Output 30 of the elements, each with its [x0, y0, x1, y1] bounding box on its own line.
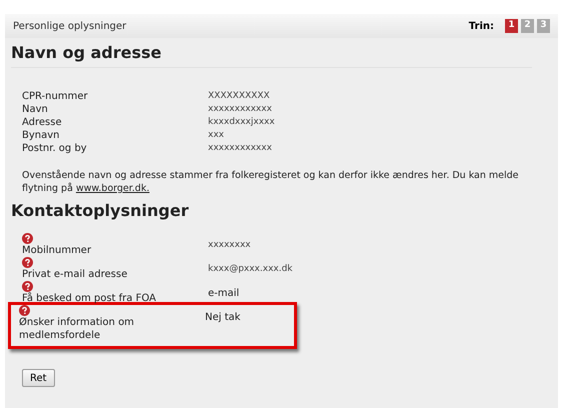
- help-icon[interactable]: [22, 281, 33, 292]
- help-icon[interactable]: [22, 233, 33, 244]
- field-value: Nej tak: [205, 311, 240, 325]
- field-value: e-mail: [208, 287, 240, 301]
- field-label: Mobilnummer: [22, 244, 92, 257]
- help-icon[interactable]: [19, 305, 30, 316]
- panel-title: Personlige oplysninger: [13, 20, 126, 34]
- field-value: kxxx@pxxx.xxx.dk: [208, 263, 293, 276]
- field-label: Navn: [22, 103, 49, 116]
- field-value: xxx: [208, 129, 224, 142]
- field-value: xxxxxxxxxxxx: [208, 142, 272, 155]
- field-value: xxxxxxxxxxxx: [208, 103, 272, 116]
- field-value: kxxxdxxxjxxxx: [208, 116, 275, 129]
- section-heading: Navn og adresse: [11, 38, 532, 68]
- section-heading: Kontaktoplysninger: [11, 200, 190, 222]
- info-text: Ovenstående navn og adresse stammer fra folkeregisteret og kan derfor ikke ændres her. Du kan melde flytning på www.borger.dk.: [22, 169, 520, 195]
- field-value: xxxxxxxx: [208, 239, 251, 252]
- field-label: Privat e-mail adresse: [22, 268, 128, 281]
- field-label: Bynavn: [22, 129, 60, 142]
- field-label: Adresse: [22, 116, 63, 129]
- steps-label: Trin:: [468, 20, 494, 34]
- field-label: Postnr. og by: [22, 142, 88, 155]
- field-label: Få besked om post fra FOA: [22, 292, 158, 305]
- edit-button[interactable]: Ret: [22, 369, 55, 387]
- borger-link[interactable]: www.borger.dk.: [76, 183, 150, 194]
- help-icon[interactable]: [22, 257, 33, 268]
- field-label: Ønsker information om medlemsfordele: [19, 316, 136, 342]
- field-value: XXXXXXXXXX: [208, 90, 270, 103]
- field-label: CPR-nummer: [22, 90, 89, 103]
- step-indicator[interactable]: 1: [505, 19, 518, 33]
